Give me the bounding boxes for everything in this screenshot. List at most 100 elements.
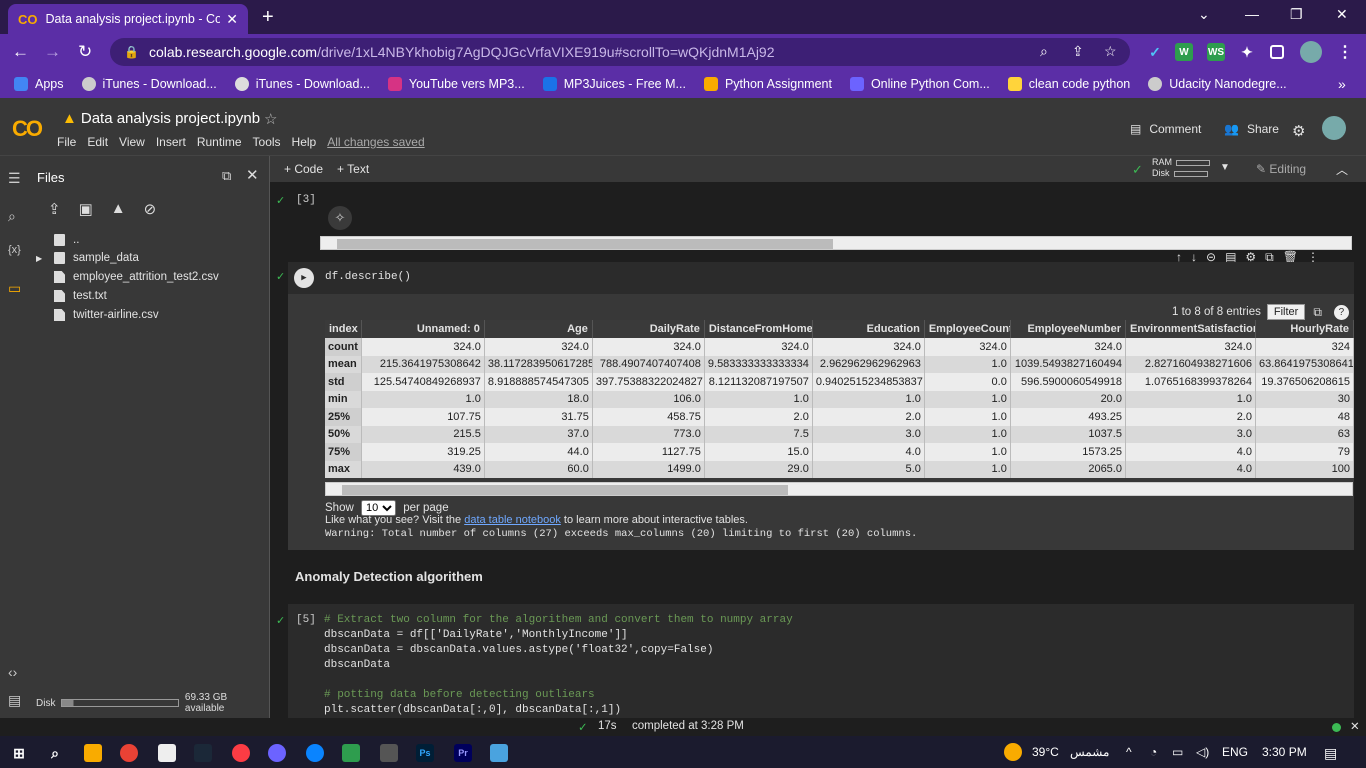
toc-menu-icon[interactable]: ☰: [8, 170, 21, 187]
close-window-icon[interactable]: ✕: [1336, 6, 1348, 23]
share-page-icon[interactable]: ⇪: [1072, 43, 1084, 60]
editing-mode-button[interactable]: ✎ Editing: [1256, 162, 1306, 176]
bookmark-youtube-mp3[interactable]: YouTube vers MP3...: [387, 77, 525, 91]
weather-desc[interactable]: مشمس: [1070, 745, 1109, 759]
bookmark-python-assignment[interactable]: Python Assignment: [703, 77, 832, 91]
file-item-twitter-csv[interactable]: twitter-airline.csv: [54, 309, 159, 321]
share-button[interactable]: 👥 Share: [1224, 122, 1279, 136]
variables-icon[interactable]: {x}: [8, 244, 21, 256]
hide-files-icon[interactable]: ⊘: [144, 200, 157, 218]
browser-tab[interactable]: CO Data analysis project.ipynb - Cola ✕: [8, 4, 248, 34]
close-status-icon[interactable]: ✕: [1350, 719, 1360, 733]
collapse-header-icon[interactable]: ︿: [1336, 161, 1348, 178]
windows-start-icon[interactable]: ⊞: [10, 744, 28, 762]
run-cell-button[interactable]: ▶: [294, 268, 314, 288]
bookmark-itunes-1[interactable]: iTunes - Download...: [81, 77, 217, 91]
magic-wand-icon[interactable]: ✧: [328, 206, 352, 230]
add-code-button[interactable]: + Code: [284, 162, 323, 176]
star-icon[interactable]: ☆: [264, 110, 277, 128]
table-scrollbar-thumb[interactable]: [342, 485, 788, 495]
minimize-icon[interactable]: —: [1245, 6, 1259, 22]
app-grid-icon[interactable]: [380, 744, 398, 762]
checkmark-extension-icon[interactable]: ✓: [1146, 43, 1164, 61]
media-player-icon[interactable]: [268, 744, 286, 762]
horizontal-scrollbar[interactable]: [320, 236, 1352, 250]
profile-avatar[interactable]: [1300, 41, 1322, 63]
w-extension-icon[interactable]: W: [1175, 43, 1193, 61]
new-folder-icon[interactable]: ▣: [79, 200, 93, 218]
folder-icon[interactable]: ▭: [8, 280, 21, 297]
chrome-icon[interactable]: [120, 744, 138, 762]
bookmark-star-icon[interactable]: ☆: [1104, 43, 1117, 60]
code-snippets-icon[interactable]: ‹›: [8, 664, 17, 680]
column-header[interactable]: index: [325, 320, 362, 338]
menu-insert[interactable]: Insert: [156, 135, 186, 149]
notifications-icon[interactable]: ▤: [1324, 745, 1337, 762]
bookmark-udacity[interactable]: Udacity Nanodegre...: [1148, 77, 1287, 91]
steam-icon[interactable]: [194, 744, 212, 762]
browser-menu-icon[interactable]: ⋮: [1336, 43, 1354, 61]
search-icon[interactable]: ⌕: [8, 208, 16, 225]
menu-tools[interactable]: Tools: [253, 135, 281, 149]
photoshop-icon[interactable]: Ps: [416, 744, 434, 762]
close-panel-icon[interactable]: ✕: [246, 166, 259, 184]
clock[interactable]: 3:30 PM: [1262, 745, 1307, 759]
bookmark-online-python[interactable]: Online Python Com...: [849, 77, 990, 91]
weather-sun-icon[interactable]: [1004, 743, 1022, 761]
expand-arrow-icon[interactable]: ▶: [36, 254, 42, 263]
column-header[interactable]: DistanceFromHome: [704, 320, 813, 338]
menu-runtime[interactable]: Runtime: [197, 135, 242, 149]
comment-button[interactable]: ▤ Comment: [1130, 122, 1201, 136]
app-icon[interactable]: [490, 744, 508, 762]
ws-extension-icon[interactable]: WS: [1207, 43, 1225, 61]
terminal-icon[interactable]: ▤: [8, 692, 21, 709]
menu-help[interactable]: Help: [292, 135, 317, 149]
more-bookmarks-icon[interactable]: »: [1338, 76, 1346, 92]
open-in-tab-icon[interactable]: ⧉: [222, 168, 231, 184]
edge-icon[interactable]: [306, 744, 324, 762]
menu-file[interactable]: File: [57, 135, 76, 149]
notebook-title[interactable]: ▲ Data analysis project.ipynb: [62, 110, 260, 127]
language-indicator[interactable]: ENG: [1222, 745, 1248, 759]
bookmark-clean-code[interactable]: clean code python: [1007, 77, 1130, 91]
save-status[interactable]: All changes saved: [327, 135, 424, 149]
back-icon[interactable]: ←: [12, 42, 29, 62]
file-item-employee-csv[interactable]: employee_attrition_test2.csv: [54, 271, 219, 283]
column-header[interactable]: Unnamed: 0: [361, 320, 485, 338]
filter-button[interactable]: Filter: [1266, 304, 1306, 320]
file-item-sample-data[interactable]: ▶ sample_data: [36, 252, 139, 264]
tray-chevron-icon[interactable]: ^: [1126, 745, 1132, 759]
data-table-notebook-link[interactable]: data table notebook: [464, 514, 561, 526]
table-horizontal-scrollbar[interactable]: [325, 482, 1353, 496]
user-avatar[interactable]: [1322, 116, 1346, 140]
help-icon[interactable]: ?: [1333, 304, 1349, 320]
side-panel-icon[interactable]: [1270, 45, 1284, 59]
forward-icon[interactable]: →: [44, 42, 61, 62]
menu-view[interactable]: View: [119, 135, 145, 149]
itunes-icon[interactable]: [232, 744, 250, 762]
column-header[interactable]: Age: [484, 320, 593, 338]
completed-time[interactable]: completed at 3:28 PM: [632, 720, 744, 732]
file-item-test-txt[interactable]: test.txt: [54, 290, 107, 302]
premiere-icon[interactable]: Pr: [454, 744, 472, 762]
bookmark-itunes-2[interactable]: iTunes - Download...: [234, 77, 370, 91]
bookmark-apps[interactable]: Apps: [14, 77, 64, 91]
column-header[interactable]: EmployeeCount: [924, 320, 1011, 338]
file-explorer-icon[interactable]: [84, 744, 102, 762]
extensions-puzzle-icon[interactable]: ✦: [1238, 43, 1256, 61]
runtime-dropdown-icon[interactable]: ▼: [1220, 162, 1230, 173]
code-cell-describe[interactable]: ▶ df.describe(): [288, 262, 1354, 294]
menu-edit[interactable]: Edit: [87, 135, 108, 149]
volume-icon[interactable]: ◁): [1196, 745, 1209, 759]
column-header[interactable]: Education: [812, 320, 925, 338]
tab-search-icon[interactable]: ⌄: [1198, 6, 1210, 23]
upload-icon[interactable]: ⇪: [48, 200, 61, 218]
zoom-icon[interactable]: ⌕: [1040, 43, 1048, 60]
settings-gear-icon[interactable]: ⚙: [1292, 122, 1305, 140]
search-icon[interactable]: ⌕: [46, 744, 64, 762]
file-item-parent[interactable]: ..: [54, 234, 79, 246]
maximize-icon[interactable]: ❐: [1290, 6, 1303, 23]
colab-logo[interactable]: CO: [12, 116, 43, 142]
ram-disk-indicator[interactable]: RAM Disk: [1152, 157, 1210, 179]
scrollbar-thumb[interactable]: [337, 239, 833, 249]
